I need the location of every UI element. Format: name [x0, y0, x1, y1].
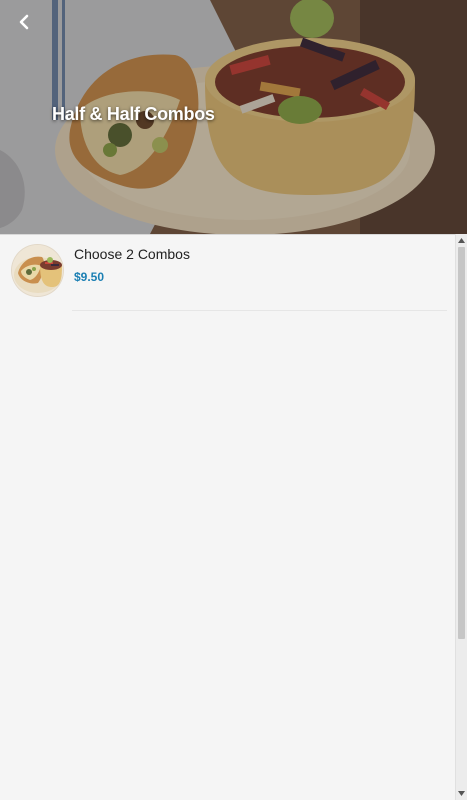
scroll-up-arrow[interactable]	[456, 235, 467, 246]
food-thumbnail-icon	[12, 245, 63, 296]
page-title: Half & Half Combos	[52, 104, 215, 124]
triangle-down-icon	[458, 791, 465, 796]
scrollbar-thumb[interactable]	[458, 247, 465, 639]
item-thumbnail	[12, 245, 63, 296]
scrollbar[interactable]	[455, 234, 467, 800]
back-button[interactable]	[10, 8, 38, 36]
menu-item-list: Choose 2 Combos $9.50	[0, 234, 455, 800]
list-item[interactable]: Choose 2 Combos $9.50	[0, 235, 455, 311]
item-name: Choose 2 Combos	[74, 246, 190, 262]
hero-banner: Half & Half Combos	[0, 0, 467, 234]
triangle-up-icon	[458, 238, 465, 243]
scroll-down-arrow[interactable]	[456, 788, 467, 799]
item-price: $9.50	[74, 270, 105, 284]
divider	[72, 310, 447, 311]
chevron-left-icon	[19, 14, 29, 30]
